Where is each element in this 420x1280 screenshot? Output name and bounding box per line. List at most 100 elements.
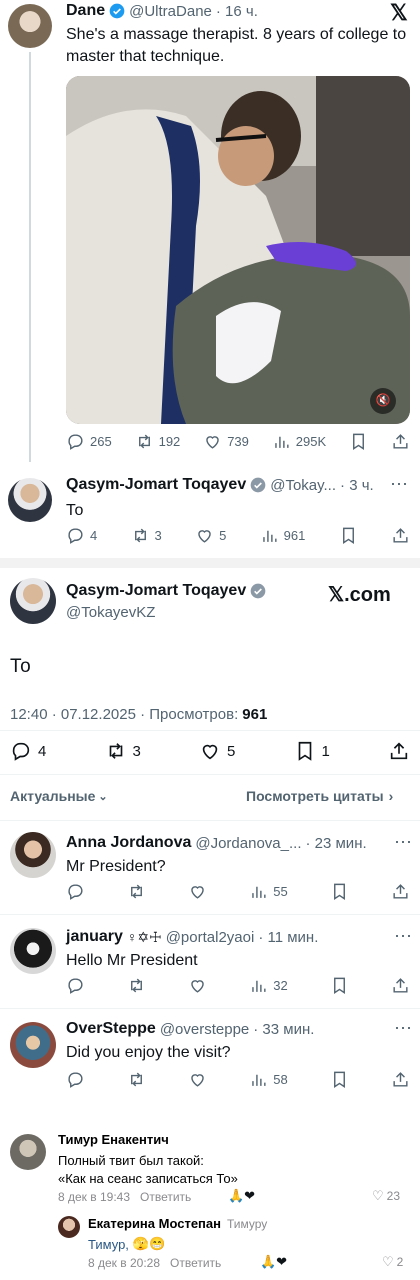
comment-author[interactable]: Тимур Енакентич bbox=[58, 1132, 169, 1147]
main-retweet-button[interactable]: 3 bbox=[105, 740, 141, 762]
name-emoji: ♀✡☩ bbox=[126, 928, 162, 945]
like-button[interactable]: 739 bbox=[203, 432, 249, 451]
more-options-icon[interactable]: ⋯ bbox=[394, 832, 412, 853]
avatar-dane[interactable] bbox=[8, 4, 52, 48]
share-button[interactable] bbox=[391, 1070, 410, 1089]
tweet1-time[interactable]: · 16 ч. bbox=[216, 3, 258, 20]
bookmark-icon bbox=[333, 1071, 345, 1088]
retweet-button[interactable] bbox=[127, 882, 146, 901]
bookmark-icon bbox=[298, 741, 311, 761]
tweet2-time[interactable]: · 3 ч. bbox=[340, 477, 374, 494]
reply-button[interactable]: 4 bbox=[66, 526, 97, 545]
comment-reply-button[interactable]: Ответить bbox=[170, 1256, 221, 1270]
comment-like-button[interactable]: ♡ 23 bbox=[372, 1188, 400, 1204]
comment-author[interactable]: Екатерина Мостепан bbox=[88, 1216, 221, 1231]
tweet2-handle[interactable]: @Tokay... bbox=[270, 477, 336, 494]
main-bookmark-button[interactable]: 1 bbox=[294, 740, 330, 762]
reply-actions: 32 bbox=[66, 976, 410, 995]
reply-button[interactable]: 265 bbox=[66, 432, 112, 451]
bookmark-button[interactable] bbox=[330, 882, 349, 901]
main-author-name[interactable]: Qasym-Jomart Toqayev bbox=[66, 582, 246, 600]
main-reply-button[interactable]: 4 bbox=[10, 740, 46, 762]
reply-count: 4 bbox=[90, 528, 98, 543]
view-count: 32 bbox=[273, 978, 288, 993]
retweet-button[interactable]: 192 bbox=[135, 432, 180, 451]
divider bbox=[0, 914, 420, 915]
reaction-icon[interactable]: 🙏❤ bbox=[260, 1254, 287, 1270]
avatar-january[interactable] bbox=[10, 928, 56, 974]
mute-icon[interactable]: 🔇 bbox=[374, 391, 392, 409]
divider bbox=[0, 820, 420, 821]
avatar-toqayev-small[interactable] bbox=[8, 478, 52, 522]
share-button[interactable] bbox=[391, 882, 410, 901]
tweet2-actions: 4 3 5 961 bbox=[66, 526, 410, 545]
retweet-button[interactable] bbox=[127, 976, 146, 995]
share-button[interactable] bbox=[391, 976, 410, 995]
reply-button[interactable] bbox=[66, 1070, 85, 1089]
reply-time[interactable]: · 11 мин. bbox=[258, 929, 318, 946]
reply-icon bbox=[68, 434, 83, 450]
divider bbox=[0, 730, 420, 731]
xcom-brand: 𝕏.com bbox=[328, 584, 391, 606]
reply-handle[interactable]: @oversteppe bbox=[160, 1021, 249, 1038]
retweet-button[interactable]: 3 bbox=[131, 526, 162, 545]
main-timestamp[interactable]: 12:40 · 07.12.2025 · Просмотров: bbox=[10, 706, 238, 723]
more-options-icon[interactable]: ⋯ bbox=[394, 1018, 412, 1039]
reply-time[interactable]: · 33 мин. bbox=[253, 1021, 314, 1038]
tweet2-author-name[interactable]: Qasym-Jomart Toqayev bbox=[66, 476, 246, 494]
main-handle[interactable]: @TokayevKZ bbox=[66, 604, 155, 621]
main-like-button[interactable]: 5 bbox=[199, 740, 235, 762]
reply-handle[interactable]: @portal2yaoi bbox=[166, 929, 255, 946]
video-frame bbox=[66, 76, 410, 424]
like-button[interactable] bbox=[188, 976, 207, 995]
reply-handle[interactable]: @Jordanova_... bbox=[195, 835, 301, 852]
comment-reply-button[interactable]: Ответить bbox=[140, 1190, 191, 1204]
comment-reply-to[interactable]: Тимуру bbox=[227, 1217, 267, 1231]
bookmark-icon bbox=[353, 433, 365, 450]
reply-button[interactable] bbox=[66, 976, 85, 995]
mention-link[interactable]: Тимур, bbox=[88, 1237, 129, 1252]
share-button[interactable] bbox=[391, 526, 410, 545]
avatar-oversteppe[interactable] bbox=[10, 1022, 56, 1068]
views-button[interactable]: 295K bbox=[272, 432, 326, 451]
retweet-button[interactable] bbox=[127, 1070, 146, 1089]
main-share-button[interactable] bbox=[388, 740, 410, 762]
like-button[interactable] bbox=[188, 882, 207, 901]
bookmark-button[interactable] bbox=[330, 976, 349, 995]
comment-like-button[interactable]: ♡ 2 bbox=[382, 1254, 403, 1270]
like-button[interactable]: 5 bbox=[195, 526, 226, 545]
reply-time[interactable]: · 23 мин. bbox=[305, 835, 366, 852]
share-icon bbox=[393, 434, 408, 449]
more-options-icon[interactable]: ⋯ bbox=[394, 926, 412, 947]
views-button[interactable]: 58 bbox=[249, 1070, 288, 1089]
heart-icon bbox=[191, 886, 204, 899]
avatar-anna[interactable] bbox=[10, 832, 56, 878]
bookmark-button[interactable] bbox=[339, 526, 358, 545]
reply-author-name[interactable]: OverSteppe bbox=[66, 1020, 156, 1038]
reply-author-name[interactable]: Anna Jordanova bbox=[66, 834, 191, 852]
reaction-icon[interactable]: 🙏❤ bbox=[228, 1188, 255, 1204]
sort-dropdown[interactable]: Актуальные ⌄ bbox=[10, 788, 108, 804]
more-options-icon[interactable]: ⋯ bbox=[390, 474, 408, 495]
avatar-toqayev[interactable] bbox=[10, 578, 56, 624]
view-count: 58 bbox=[273, 1072, 288, 1087]
reply-author-name[interactable]: january bbox=[66, 928, 123, 946]
views-button[interactable]: 32 bbox=[249, 976, 288, 995]
tweet1-handle[interactable]: @UltraDane bbox=[129, 3, 212, 20]
share-icon bbox=[390, 742, 408, 760]
views-button[interactable]: 55 bbox=[249, 882, 288, 901]
views-button[interactable]: 961 bbox=[260, 526, 305, 545]
like-button[interactable] bbox=[188, 1070, 207, 1089]
share-icon bbox=[393, 884, 408, 899]
share-button[interactable] bbox=[391, 432, 410, 451]
comment-reply-header: Екатерина Мостепан Тимуру bbox=[88, 1216, 267, 1231]
bookmark-button[interactable] bbox=[349, 432, 368, 451]
comment-text-line1: Полный твит был такой: bbox=[58, 1153, 204, 1168]
bookmark-button[interactable] bbox=[330, 1070, 349, 1089]
reply-button[interactable] bbox=[66, 882, 85, 901]
avatar-timur[interactable] bbox=[10, 1134, 46, 1170]
view-quotes-link[interactable]: Посмотреть цитаты › bbox=[246, 788, 393, 804]
tweet1-author-name[interactable]: Dane bbox=[66, 2, 105, 20]
avatar-ekaterina[interactable] bbox=[58, 1216, 80, 1238]
tweet1-video[interactable]: 🔇 bbox=[66, 76, 410, 424]
